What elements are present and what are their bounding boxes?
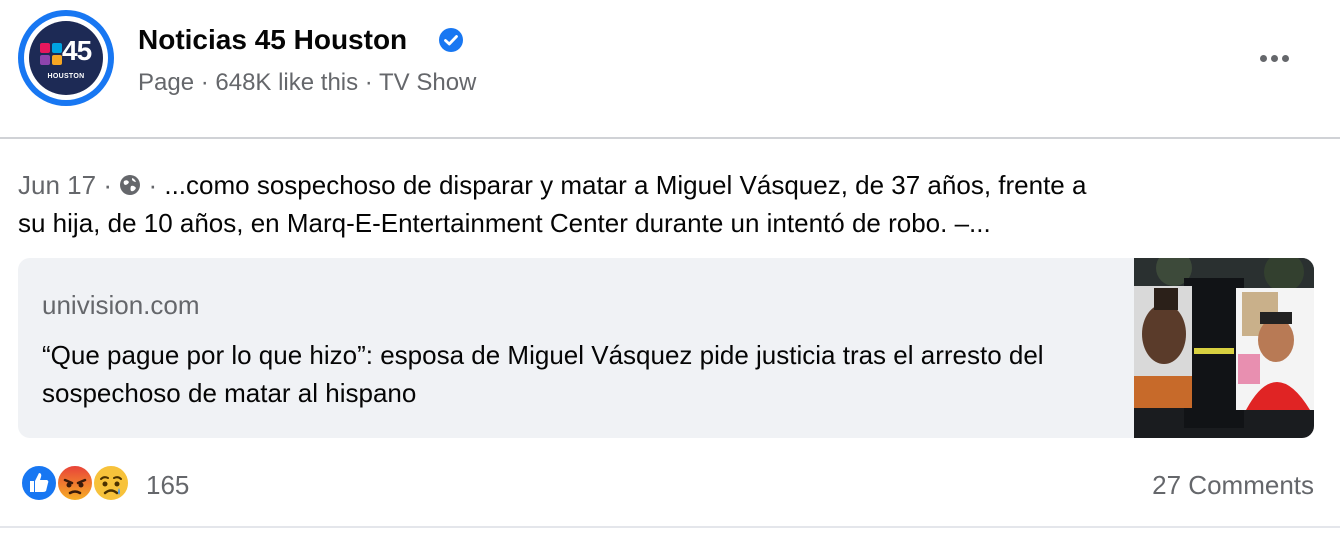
angry-icon [56, 464, 94, 502]
comments-count-link[interactable]: 27 Comments [1152, 468, 1314, 502]
separator: · [103, 170, 112, 200]
logo-city: HOUSTON [47, 73, 85, 80]
more-dot-icon [1270, 54, 1278, 62]
like-icon [20, 464, 58, 502]
logo-number: 45 [62, 35, 92, 66]
more-dot-icon [1281, 54, 1289, 62]
sad-icon [92, 464, 130, 502]
link-title: “Que pague por lo que hizo”: esposa de M… [42, 340, 1044, 408]
univision-logo: 45 HOUSTON [29, 21, 103, 95]
post-text-line-1: ...como sospechoso de disparar y matar a… [164, 170, 1087, 200]
avatar-ring: 45 HOUSTON [24, 16, 108, 100]
globe-icon[interactable] [119, 174, 141, 196]
verified-badge-icon [439, 28, 463, 52]
post-date-link[interactable]: Jun 17 [18, 170, 96, 200]
post-header: 45 HOUSTON Noticias 45 Houston Page · 64… [0, 0, 1340, 138]
link-domain: univision.com [42, 290, 200, 320]
article-thumbnail-image [1134, 258, 1314, 438]
page-name-link[interactable]: Noticias 45 Houston [138, 22, 407, 58]
more-options-button[interactable] [1252, 48, 1296, 68]
header-divider [0, 137, 1340, 139]
univision-mark-icon [40, 43, 62, 65]
reaction-count[interactable]: 165 [146, 468, 189, 502]
page-avatar[interactable]: 45 HOUSTON [18, 10, 114, 106]
link-preview-card[interactable]: univision.com “Que pague por lo que hizo… [18, 258, 1314, 438]
separator: · [148, 170, 158, 200]
more-dot-icon [1259, 54, 1267, 62]
post-bottom-border [0, 526, 1340, 528]
post-body: Jun 17 · · ...como sospechoso de dispara… [18, 166, 1318, 242]
post-text-line-2: su hija, de 10 años, en Marq-E-Entertain… [18, 208, 991, 238]
page-meta: Page · 648K like this · TV Show [138, 69, 477, 96]
